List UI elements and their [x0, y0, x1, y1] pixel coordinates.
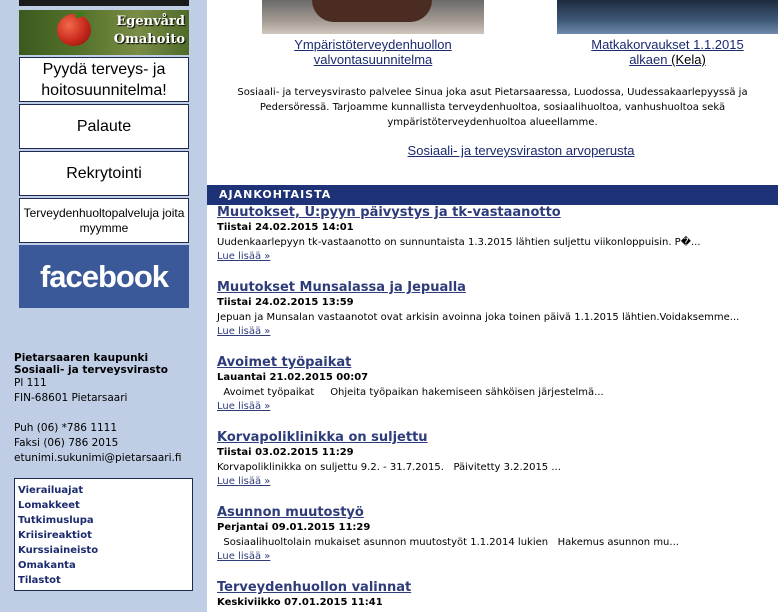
banner-text-line1: Egenvård: [116, 14, 185, 29]
featured-link-travel[interactable]: Matkakorvaukset 1.1.2015 alkaen (Kela): [557, 37, 778, 67]
link-crisis-reactions[interactable]: Kriisireaktiot: [15, 528, 192, 543]
news-section-header: AJANKOHTAISTA: [207, 185, 778, 205]
featured-link-environment-line2: valvontasuunnitelma: [313, 52, 433, 67]
quick-links-box: Vierailuajat Lomakkeet Tutkimuslupa Krii…: [14, 478, 193, 591]
contact-info: Pietarsaaren kaupunki Sosiaali- ja terve…: [14, 352, 204, 466]
news-item: Asunnon muutostyö Perjantai 09.01.2015 1…: [217, 504, 778, 564]
news-date: Tiistai 24.02.2015 14:01: [217, 222, 354, 233]
news-excerpt: Sosiaalihuoltolain mukaiset asunnon muut…: [217, 537, 679, 548]
link-course-material[interactable]: Kurssiaineisto: [15, 543, 192, 558]
news-item: Muutokset, U:pyyn päivystys ja tk-vastaa…: [217, 204, 778, 264]
featured-link-travel-line1: Matkakorvaukset 1.1.2015: [591, 37, 744, 52]
health-plan-button[interactable]: Pyydä terveys- ja hoitosuunnitelma!: [19, 57, 189, 102]
recruitment-button[interactable]: Rekrytointi: [19, 151, 189, 196]
news-date: Lauantai 21.02.2015 00:07: [217, 372, 369, 383]
services-for-sale-button[interactable]: Terveydenhuoltopalveluja joita myymme: [19, 198, 189, 243]
address-line2: FIN-68601 Pietarsaari: [14, 392, 128, 404]
top-banner-edge: [19, 0, 189, 6]
news-item: Terveydenhuollon valinnat Keskiviikko 07…: [217, 579, 778, 610]
link-omakanta[interactable]: Omakanta: [15, 558, 192, 573]
org-department: Sosiaali- ja terveysvirasto: [14, 364, 168, 376]
news-excerpt: Korvapoliklinikka on suljettu 9.2. - 31.…: [217, 462, 561, 473]
services-for-sale-label: Terveydenhuoltopalveluja joita myymme: [23, 205, 185, 235]
featured-link-travel-line2: alkaen: [629, 52, 668, 67]
featured-link-environment-line1: Ympäristöterveydenhuollon: [294, 37, 452, 52]
email-address[interactable]: etunimi.sukunimi@pietarsaari.fi: [14, 451, 204, 466]
news-title[interactable]: Korvapoliklinikka on suljettu: [217, 429, 778, 446]
health-plan-label: Pyydä terveys- ja hoitosuunnitelma!: [41, 60, 167, 99]
intro-text: Sosiaali- ja terveysvirasto palvelee Sin…: [207, 85, 778, 130]
facebook-banner[interactable]: facebook: [19, 245, 189, 308]
intro-line2: Pedersöressä. Tarjoamme kunnallista terv…: [259, 102, 726, 113]
news-title[interactable]: Muutokset, U:pyyn päivystys ja tk-vastaa…: [217, 204, 778, 221]
news-item: Korvapoliklinikka on suljettu Tiistai 03…: [217, 429, 778, 489]
news-title[interactable]: Asunnon muutostyö: [217, 504, 778, 521]
values-link[interactable]: Sosiaali- ja terveysviraston arvoperusta: [207, 143, 778, 158]
featured-image-environment[interactable]: [262, 0, 484, 34]
news-item: Avoimet työpaikat Lauantai 21.02.2015 00…: [217, 354, 778, 414]
sidebar: Egenvård Omahoito Pyydä terveys- ja hoit…: [0, 0, 207, 612]
banner-text-line2: Omahoito: [113, 32, 185, 47]
read-more-link[interactable]: Lue lisää »: [217, 475, 778, 489]
read-more-link[interactable]: Lue lisää »: [217, 400, 778, 414]
link-research-permit[interactable]: Tutkimuslupa: [15, 513, 192, 528]
intro-line3: ympäristöterveydenhuoltoa alueellamme.: [387, 117, 598, 128]
featured-link-environment[interactable]: Ympäristöterveydenhuollon valvontasuunni…: [262, 37, 484, 67]
read-more-link[interactable]: Lue lisää »: [217, 550, 778, 564]
news-date: Tiistai 24.02.2015 13:59: [217, 297, 354, 308]
news-excerpt: Uudenkaarlepyyn tk-vastaanotto on sunnun…: [217, 237, 701, 248]
news-date: Keskiviikko 07.01.2015 11:41: [217, 597, 383, 608]
fax-number: Faksi (06) 786 2015: [14, 437, 119, 449]
facebook-logo: facebook: [39, 258, 169, 294]
link-statistics[interactable]: Tilastot: [15, 573, 192, 588]
news-title[interactable]: Terveydenhuollon valinnat: [217, 579, 778, 596]
egenvard-omahoito-banner[interactable]: Egenvård Omahoito: [19, 10, 189, 55]
phone-number: Puh (06) *786 1111: [14, 422, 118, 434]
apple-icon: [57, 14, 91, 46]
link-forms[interactable]: Lomakkeet: [15, 498, 192, 513]
news-date: Tiistai 03.02.2015 11:29: [217, 447, 354, 458]
feedback-button[interactable]: Palaute: [19, 104, 189, 149]
recruitment-label: Rekrytointi: [66, 165, 142, 182]
org-name: Pietarsaaren kaupunki: [14, 352, 149, 364]
news-item: Muutokset Munsalassa ja Jepualla Tiistai…: [217, 279, 778, 339]
read-more-link[interactable]: Lue lisää »: [217, 325, 778, 339]
cake-photo: [312, 0, 432, 22]
featured-image-travel[interactable]: [557, 0, 778, 34]
feedback-label: Palaute: [76, 118, 132, 135]
news-excerpt: Avoimet työpaikat Ohjeita työpaikan hake…: [217, 387, 604, 398]
address-line1: Pl 111: [14, 377, 47, 389]
news-title[interactable]: Muutokset Munsalassa ja Jepualla: [217, 279, 778, 296]
news-date: Perjantai 09.01.2015 11:29: [217, 522, 371, 533]
kela-suffix: (Kela): [671, 52, 706, 67]
read-more-link[interactable]: Lue lisää »: [217, 250, 778, 264]
link-visiting-hours[interactable]: Vierailuajat: [15, 483, 192, 498]
main-content: Ympäristöterveydenhuollon valvontasuunni…: [207, 0, 778, 612]
news-title[interactable]: Avoimet työpaikat: [217, 354, 778, 371]
intro-line1: Sosiaali- ja terveysvirasto palvelee Sin…: [237, 87, 748, 98]
news-excerpt: Jepuan ja Munsalan vastaanotot ovat arki…: [217, 312, 740, 323]
